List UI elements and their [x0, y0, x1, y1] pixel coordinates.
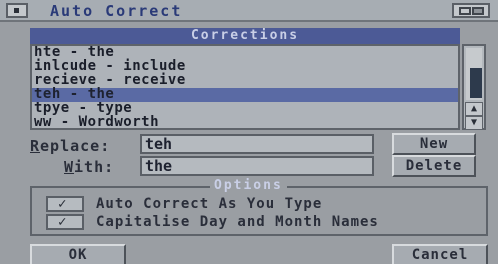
cancel-button[interactable]: Cancel — [392, 244, 488, 264]
auto-correct-label: Auto Correct As You Type — [96, 196, 323, 212]
scroll-track[interactable] — [466, 48, 482, 100]
list-item[interactable]: ww - Wordworth — [32, 115, 458, 128]
title-bar[interactable]: Auto Correct — [0, 0, 498, 22]
scroll-up-icon[interactable]: ▲ — [465, 102, 483, 116]
close-icon[interactable] — [6, 3, 28, 18]
capitalise-label: Capitalise Day and Month Names — [96, 214, 379, 230]
check-icon: ✓ — [58, 196, 67, 212]
corrections-header: Corrections — [30, 28, 460, 44]
replace-label: Replace: — [30, 137, 111, 155]
window-title: Auto Correct — [50, 2, 183, 20]
auto-correct-checkbox[interactable]: ✓ — [46, 196, 84, 212]
depth-back-icon — [459, 7, 471, 15]
depth-icon[interactable] — [452, 3, 490, 18]
with-label: With: — [64, 158, 115, 176]
new-button[interactable]: New — [392, 133, 476, 155]
corrections-title: Corrections — [190, 28, 300, 43]
replace-field[interactable]: teh — [140, 134, 374, 154]
check-icon: ✓ — [58, 214, 67, 230]
options-title: Options — [210, 178, 287, 193]
delete-button[interactable]: Delete — [392, 155, 476, 177]
ok-button[interactable]: OK — [30, 244, 126, 264]
scroll-knob[interactable] — [470, 68, 482, 98]
with-field[interactable]: the — [140, 156, 374, 176]
depth-front-icon — [472, 7, 484, 15]
capitalise-checkbox[interactable]: ✓ — [46, 214, 84, 230]
corrections-list[interactable]: hte - the inlcude - include recieve - re… — [30, 44, 460, 130]
list-scrollbar[interactable]: ▲ ▼ — [462, 44, 486, 130]
scroll-down-icon[interactable]: ▼ — [465, 116, 483, 130]
